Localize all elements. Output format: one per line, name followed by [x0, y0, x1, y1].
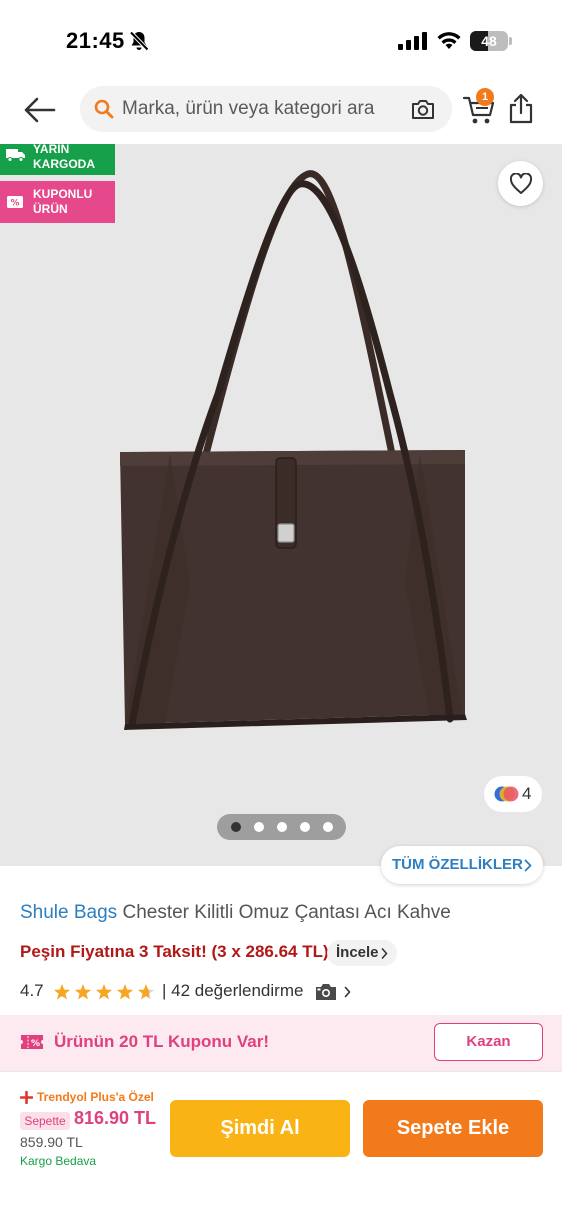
purchase-footer: Trendyol Plus'a Özel Sepette 816.90 TL 8… — [0, 1071, 562, 1221]
free-shipping-label: Kargo Bedava — [20, 1154, 97, 1168]
coupon-bar: % Ürünün 20 TL Kuponu Var! Kazan — [0, 1015, 562, 1071]
color-count: 4 — [522, 784, 532, 803]
heart-icon — [509, 173, 533, 194]
installment-details-button[interactable]: İncele — [327, 940, 397, 966]
star-icon — [53, 984, 71, 1000]
bell-slash-icon — [129, 31, 149, 51]
battery-tip — [509, 37, 512, 45]
chevron-right-icon — [381, 948, 388, 959]
badge-label: YARIN KARGODA — [33, 144, 95, 171]
product-name: Chester Kilitli Omuz Çantası Acı Kahve — [122, 902, 451, 923]
installment-text: Peşin Fiyatına 3 Taksit! (3 x 286.64 TL) — [20, 942, 329, 961]
product-image[interactable] — [100, 164, 480, 734]
in-cart-tag: Sepette — [20, 1112, 70, 1130]
rating-value: 4.7 — [20, 981, 44, 1000]
coupon-text: Ürünün 20 TL Kuponu Var! — [54, 1032, 270, 1051]
in-cart-price: 816.90 TL — [74, 1108, 157, 1128]
plus-label: Trendyol Plus'a Özel — [37, 1090, 154, 1104]
search-bar[interactable]: Marka, ürün veya kategori ara — [80, 86, 452, 132]
star-icon — [74, 984, 92, 1000]
badge-coupon-product: % KUPONLU ÜRÜN — [0, 181, 115, 223]
status-bar: 21:45 48 — [0, 0, 562, 82]
star-icon — [95, 984, 113, 1000]
plus-icon — [20, 1091, 33, 1104]
battery-text: 48 — [481, 33, 497, 49]
badge-next-day-shipping: YARIN KARGODA — [0, 144, 115, 175]
search-icon — [94, 99, 114, 119]
coupon-icon: % — [7, 196, 23, 209]
star-icon — [116, 984, 134, 1000]
add-to-cart-button[interactable]: Sepete Ekle — [363, 1100, 543, 1157]
installment-details-label: İncele — [336, 944, 379, 961]
claim-coupon-button[interactable]: Kazan — [434, 1023, 543, 1061]
back-arrow-icon[interactable] — [20, 92, 60, 128]
svg-text:%: % — [10, 199, 19, 209]
badge-label: KUPONLU ÜRÜN — [33, 187, 93, 216]
product-title: Shule Bags Chester Kilitli Omuz Çantası … — [20, 902, 451, 924]
product-gallery[interactable]: YARIN KARGODA % KUPONLU ÜRÜN 4 — [0, 144, 562, 866]
color-options-button[interactable]: 4 — [484, 776, 542, 812]
pagination-dot-2[interactable] — [254, 822, 264, 832]
rating-stars — [53, 984, 155, 1000]
battery-icon: 48 — [470, 31, 508, 51]
status-time: 21:45 — [66, 28, 125, 53]
review-count[interactable]: | 42 değerlendirme — [162, 981, 303, 1001]
chevron-right-icon — [524, 859, 532, 872]
original-price: 859.90 TL — [20, 1134, 83, 1150]
all-features-button[interactable]: TÜM ÖZELLİKLER — [381, 846, 543, 884]
signal-icon — [398, 32, 427, 50]
color-swatches-icon — [494, 786, 519, 802]
cart-count-badge: 1 — [476, 88, 494, 106]
search-input[interactable]: Marka, ürün veya kategori ara — [122, 98, 374, 120]
rating-row[interactable]: 4.7 | 42 değerlendirme — [20, 980, 380, 1004]
pagination-dot-3[interactable] — [277, 822, 287, 832]
truck-icon — [6, 149, 25, 162]
pagination-dot-4[interactable] — [300, 822, 310, 832]
coupon-icon: % — [21, 1035, 43, 1049]
pagination-dot-5[interactable] — [323, 822, 333, 832]
header: Marka, ürün veya kategori ara 1 — [0, 82, 562, 144]
share-icon[interactable] — [508, 92, 534, 124]
image-pagination[interactable] — [217, 814, 346, 840]
all-features-label: TÜM ÖZELLİKLER — [392, 856, 523, 873]
wifi-icon — [437, 32, 461, 49]
favorite-button[interactable] — [498, 161, 543, 206]
photo-review-camera-icon — [316, 984, 336, 1000]
pagination-dot-1[interactable] — [231, 822, 241, 832]
brand-link[interactable]: Shule Bags — [20, 902, 117, 923]
svg-text:%: % — [31, 1039, 40, 1049]
star-icon — [137, 984, 155, 1000]
chevron-right-icon — [344, 986, 351, 998]
buy-now-button[interactable]: Şimdi Al — [170, 1100, 350, 1157]
camera-icon[interactable] — [410, 97, 436, 121]
